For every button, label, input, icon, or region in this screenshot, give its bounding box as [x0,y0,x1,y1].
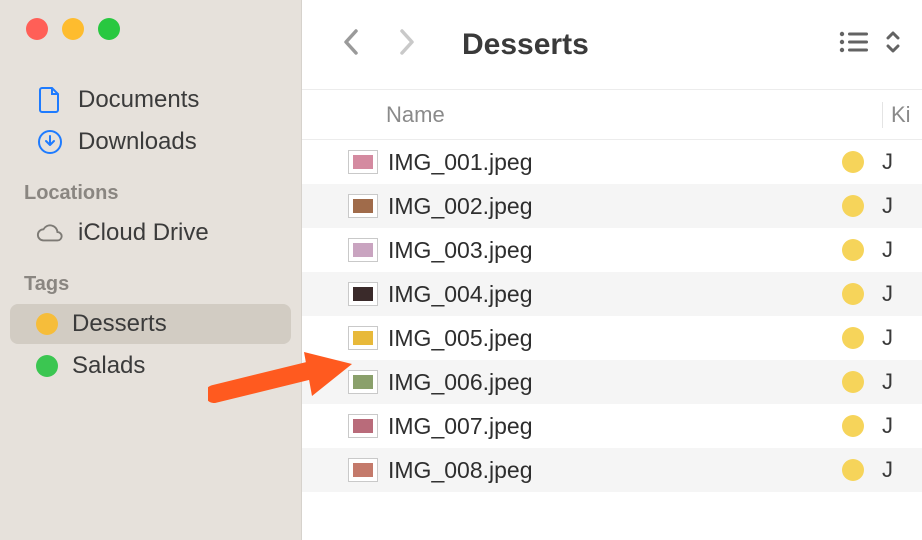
image-thumbnail-icon [348,194,378,218]
tag-dot-icon [36,313,58,335]
close-window-button[interactable] [26,18,48,40]
view-controls [838,29,902,60]
file-kind: J [882,149,922,175]
file-name: IMG_006.jpeg [388,369,842,396]
file-kind: J [882,325,922,351]
file-name: IMG_003.jpeg [388,237,842,264]
file-name: IMG_004.jpeg [388,281,842,308]
file-list: IMG_001.jpegJIMG_002.jpegJIMG_003.jpegJI… [302,140,922,540]
file-kind: J [882,413,922,439]
file-tag-dot-icon [842,195,864,217]
file-tag-dot-icon [842,283,864,305]
file-row[interactable]: IMG_002.jpeg J [302,184,922,228]
image-thumbnail-icon [348,370,378,394]
column-header-name[interactable]: Name [302,102,882,128]
file-row[interactable]: IMG_004.jpeg J [302,272,922,316]
window-controls [0,18,301,40]
image-thumbnail-icon [348,150,378,174]
column-header-row: Name Ki [302,90,922,140]
sidebar-tag-salads[interactable]: Salads [10,346,291,386]
image-thumbnail-icon [348,326,378,350]
file-row[interactable]: IMG_006.jpeg J [302,360,922,404]
sidebar-item-icloud-drive[interactable]: iCloud Drive [10,213,291,253]
sidebar-item-label: iCloud Drive [78,219,209,247]
tag-dot-icon [36,355,58,377]
file-name: IMG_002.jpeg [388,193,842,220]
sidebar-tag-label: Salads [72,352,145,380]
file-name: IMG_007.jpeg [388,413,842,440]
image-thumbnail-icon [348,458,378,482]
file-row[interactable]: IMG_003.jpeg J [302,228,922,272]
back-button[interactable] [342,27,362,62]
file-name: IMG_005.jpeg [388,325,842,352]
minimize-window-button[interactable] [62,18,84,40]
cloud-icon [36,223,64,243]
document-icon [36,87,64,113]
sidebar-section-locations: Locations [0,164,301,211]
sidebar-item-downloads[interactable]: Downloads [10,122,291,162]
sidebar-item-documents[interactable]: Documents [10,80,291,120]
folder-title: Desserts [462,28,589,62]
file-kind: J [882,237,922,263]
file-row[interactable]: IMG_005.jpeg J [302,316,922,360]
sidebar: Documents Downloads Locations iCloud Dri… [0,0,302,540]
file-tag-dot-icon [842,327,864,349]
toolbar: Desserts [302,0,922,90]
download-icon [36,129,64,155]
image-thumbnail-icon [348,282,378,306]
zoom-window-button[interactable] [98,18,120,40]
file-kind: J [882,281,922,307]
sidebar-section-tags: Tags [0,255,301,302]
column-header-kind[interactable]: Ki [882,102,922,128]
file-name: IMG_001.jpeg [388,149,842,176]
file-tag-dot-icon [842,415,864,437]
sidebar-tag-desserts[interactable]: Desserts [10,304,291,344]
file-kind: J [882,193,922,219]
file-tag-dot-icon [842,239,864,261]
file-row[interactable]: IMG_001.jpeg J [302,140,922,184]
file-row[interactable]: IMG_008.jpeg J [302,448,922,492]
sidebar-tag-label: Desserts [72,310,167,338]
file-kind: J [882,369,922,395]
main-pane: Desserts Name Ki IMG_001.jpegJIMG_002.jp… [302,0,922,540]
file-tag-dot-icon [842,151,864,173]
image-thumbnail-icon [348,238,378,262]
file-row[interactable]: IMG_007.jpeg J [302,404,922,448]
file-name: IMG_008.jpeg [388,457,842,484]
file-kind: J [882,457,922,483]
forward-button[interactable] [396,27,416,62]
list-view-icon[interactable] [838,30,870,59]
file-tag-dot-icon [842,371,864,393]
file-tag-dot-icon [842,459,864,481]
sidebar-item-label: Downloads [78,128,197,156]
image-thumbnail-icon [348,414,378,438]
sidebar-item-label: Documents [78,86,199,114]
view-options-icon[interactable] [884,29,902,60]
